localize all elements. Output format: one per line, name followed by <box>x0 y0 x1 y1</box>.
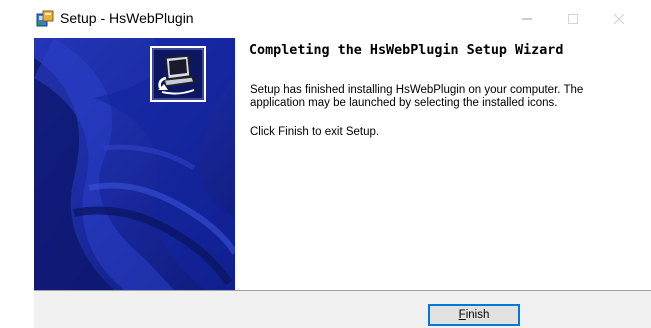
wizard-content: Completing the HsWebPlugin Setup Wizard … <box>248 38 644 290</box>
minimize-icon <box>522 14 532 24</box>
page-title: Completing the HsWebPlugin Setup Wizard <box>249 43 564 58</box>
minimize-button[interactable] <box>504 0 550 38</box>
window-title: Setup - HsWebPlugin <box>60 10 194 26</box>
title-bar: Setup - HsWebPlugin <box>30 0 651 38</box>
finish-button-accelerator: F <box>458 309 466 321</box>
setup-window: Setup - HsWebPlugin Completing the HsWeb… <box>30 0 651 328</box>
wizard-footer: Finish <box>34 290 651 328</box>
close-button[interactable] <box>596 0 642 38</box>
completion-message: Setup has finished installing HsWebPlugi… <box>250 84 584 109</box>
wizard-banner-image <box>34 38 235 290</box>
exit-instruction: Click Finish to exit Setup. <box>250 126 380 138</box>
finish-button[interactable]: Finish <box>428 304 520 326</box>
close-icon <box>614 14 624 24</box>
setup-app-icon <box>36 10 54 28</box>
computer-setup-icon <box>150 46 206 102</box>
maximize-icon <box>568 14 578 24</box>
maximize-button[interactable] <box>550 0 596 38</box>
finish-button-label: inish <box>465 309 490 321</box>
